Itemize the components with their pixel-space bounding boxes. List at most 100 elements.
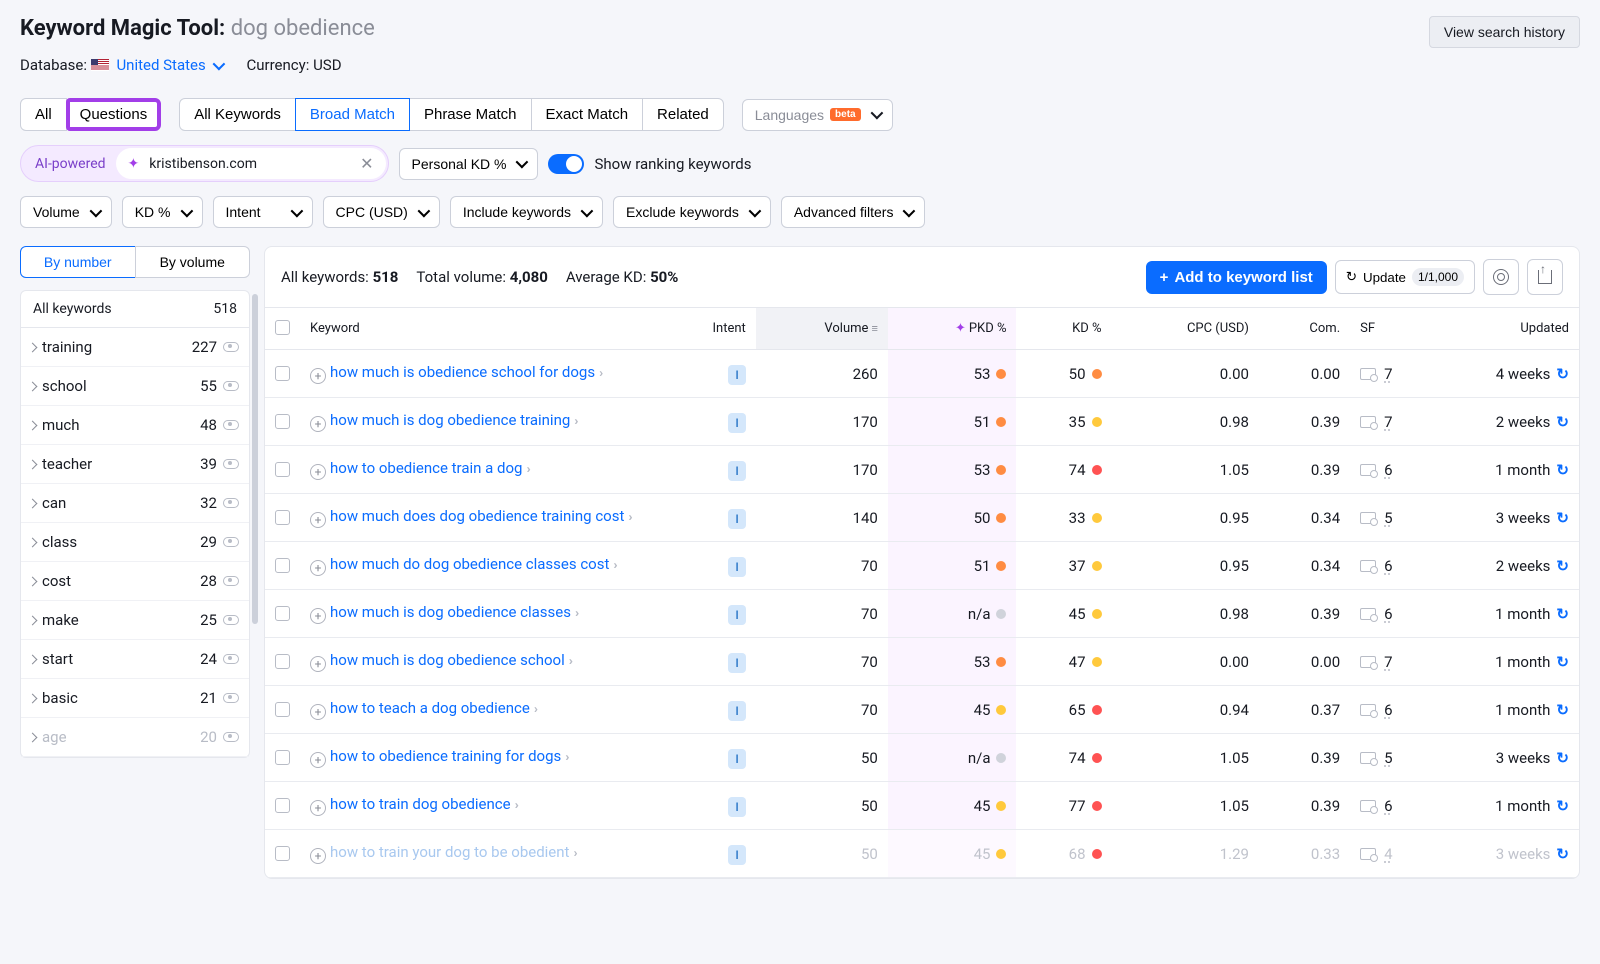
add-keyword-icon[interactable]: + xyxy=(310,656,326,672)
keyword-link[interactable]: how to obedience training for dogs xyxy=(330,747,561,765)
col-pkd[interactable]: ✦PKD % xyxy=(888,308,1017,350)
row-checkbox[interactable] xyxy=(275,846,290,861)
col-keyword[interactable]: Keyword xyxy=(300,308,660,350)
eye-icon[interactable] xyxy=(223,576,239,586)
col-sf[interactable]: SF xyxy=(1350,308,1410,350)
filter-cpc[interactable]: CPC (USD) xyxy=(323,196,440,228)
sidebar-item-basic[interactable]: basic21 xyxy=(21,679,249,718)
col-intent[interactable]: Intent xyxy=(660,308,756,350)
eye-icon[interactable] xyxy=(223,459,239,469)
row-checkbox[interactable] xyxy=(275,510,290,525)
clear-domain-icon[interactable]: ✕ xyxy=(360,154,373,173)
tab-all[interactable]: All xyxy=(20,98,67,131)
refresh-icon[interactable]: ↻ xyxy=(1556,557,1569,575)
row-checkbox[interactable] xyxy=(275,606,290,621)
filter-advanced[interactable]: Advanced filters xyxy=(781,196,926,228)
tab-questions[interactable]: Questions xyxy=(66,98,162,131)
add-keyword-icon[interactable]: + xyxy=(310,848,326,864)
serp-icon[interactable] xyxy=(1360,560,1376,572)
keyword-link[interactable]: how to train dog obedience xyxy=(330,795,511,813)
sidebar-item-make[interactable]: make25 xyxy=(21,601,249,640)
tab-all-keywords[interactable]: All Keywords xyxy=(179,98,296,131)
sidebar-item-class[interactable]: class29 xyxy=(21,523,249,562)
keyword-link[interactable]: how much is obedience school for dogs xyxy=(330,363,595,381)
add-keyword-icon[interactable]: + xyxy=(310,368,326,384)
languages-dropdown[interactable]: Languages beta xyxy=(742,99,893,131)
col-cpc[interactable]: CPC (USD) xyxy=(1112,308,1259,350)
col-checkbox[interactable] xyxy=(265,308,300,350)
keyword-link[interactable]: how to train your dog to be obedient xyxy=(330,843,569,861)
sidebar-item-start[interactable]: start24 xyxy=(21,640,249,679)
tab-related[interactable]: Related xyxy=(642,98,724,131)
row-checkbox[interactable] xyxy=(275,558,290,573)
sidebar-item-training[interactable]: training227 xyxy=(21,328,249,367)
tab-broad-match[interactable]: Broad Match xyxy=(295,98,410,131)
eye-icon[interactable] xyxy=(223,693,239,703)
add-keyword-icon[interactable]: + xyxy=(310,752,326,768)
serp-icon[interactable] xyxy=(1360,800,1376,812)
tab-exact-match[interactable]: Exact Match xyxy=(531,98,644,131)
database-selector[interactable]: Database: United States xyxy=(20,56,222,74)
row-checkbox[interactable] xyxy=(275,702,290,717)
filter-exclude[interactable]: Exclude keywords xyxy=(613,196,771,228)
keyword-link[interactable]: how to teach a dog obedience xyxy=(330,699,530,717)
sidebar-scrollbar[interactable] xyxy=(252,294,258,624)
eye-icon[interactable] xyxy=(223,381,239,391)
serp-icon[interactable] xyxy=(1360,416,1376,428)
add-keyword-icon[interactable]: + xyxy=(310,800,326,816)
row-checkbox[interactable] xyxy=(275,654,290,669)
keyword-link[interactable]: how much do dog obedience classes cost xyxy=(330,555,609,573)
tab-phrase-match[interactable]: Phrase Match xyxy=(409,98,532,131)
add-keyword-icon[interactable]: + xyxy=(310,464,326,480)
side-tab-by-number[interactable]: By number xyxy=(20,246,136,278)
col-com[interactable]: Com. xyxy=(1259,308,1350,350)
row-checkbox[interactable] xyxy=(275,366,290,381)
refresh-icon[interactable]: ↻ xyxy=(1556,365,1569,383)
refresh-icon[interactable]: ↻ xyxy=(1556,413,1569,431)
filter-include[interactable]: Include keywords xyxy=(450,196,603,228)
eye-icon[interactable] xyxy=(223,342,239,352)
refresh-icon[interactable]: ↻ xyxy=(1556,749,1569,767)
sidebar-item-much[interactable]: much48 xyxy=(21,406,249,445)
filter-volume[interactable]: Volume xyxy=(20,196,112,228)
keyword-link[interactable]: how to obedience train a dog xyxy=(330,459,522,477)
row-checkbox[interactable] xyxy=(275,750,290,765)
show-ranking-toggle[interactable] xyxy=(548,154,584,174)
eye-icon[interactable] xyxy=(223,498,239,508)
keyword-link[interactable]: how much is dog obedience school xyxy=(330,651,565,669)
serp-icon[interactable] xyxy=(1360,656,1376,668)
col-volume[interactable]: Volume≡ xyxy=(756,308,888,350)
col-kd[interactable]: KD % xyxy=(1016,308,1111,350)
serp-icon[interactable] xyxy=(1360,608,1376,620)
add-to-keyword-list-button[interactable]: +Add to keyword list xyxy=(1146,261,1327,294)
serp-icon[interactable] xyxy=(1360,752,1376,764)
refresh-icon[interactable]: ↻ xyxy=(1556,605,1569,623)
refresh-icon[interactable]: ↻ xyxy=(1556,797,1569,815)
eye-icon[interactable] xyxy=(223,732,239,742)
filter-kd[interactable]: KD % xyxy=(122,196,203,228)
eye-icon[interactable] xyxy=(223,420,239,430)
sidebar-item-school[interactable]: school55 xyxy=(21,367,249,406)
row-checkbox[interactable] xyxy=(275,798,290,813)
view-search-history-button[interactable]: View search history xyxy=(1429,16,1580,48)
add-keyword-icon[interactable]: + xyxy=(310,560,326,576)
domain-input[interactable]: ✦ kristibenson.com ✕ xyxy=(116,148,386,179)
refresh-icon[interactable]: ↻ xyxy=(1556,701,1569,719)
serp-icon[interactable] xyxy=(1360,368,1376,380)
export-button[interactable] xyxy=(1527,259,1563,295)
serp-icon[interactable] xyxy=(1360,848,1376,860)
add-keyword-icon[interactable]: + xyxy=(310,704,326,720)
keyword-link[interactable]: how much is dog obedience classes xyxy=(330,603,571,621)
add-keyword-icon[interactable]: + xyxy=(310,416,326,432)
refresh-icon[interactable]: ↻ xyxy=(1556,461,1569,479)
filter-intent[interactable]: Intent xyxy=(213,196,313,228)
serp-icon[interactable] xyxy=(1360,704,1376,716)
settings-button[interactable] xyxy=(1483,259,1519,295)
personal-kd-dropdown[interactable]: Personal KD % xyxy=(399,148,539,180)
serp-icon[interactable] xyxy=(1360,512,1376,524)
col-updated[interactable]: Updated xyxy=(1410,308,1579,350)
keyword-link[interactable]: how much does dog obedience training cos… xyxy=(330,507,624,525)
refresh-icon[interactable]: ↻ xyxy=(1556,653,1569,671)
side-tab-by-volume[interactable]: By volume xyxy=(135,246,251,278)
row-checkbox[interactable] xyxy=(275,462,290,477)
